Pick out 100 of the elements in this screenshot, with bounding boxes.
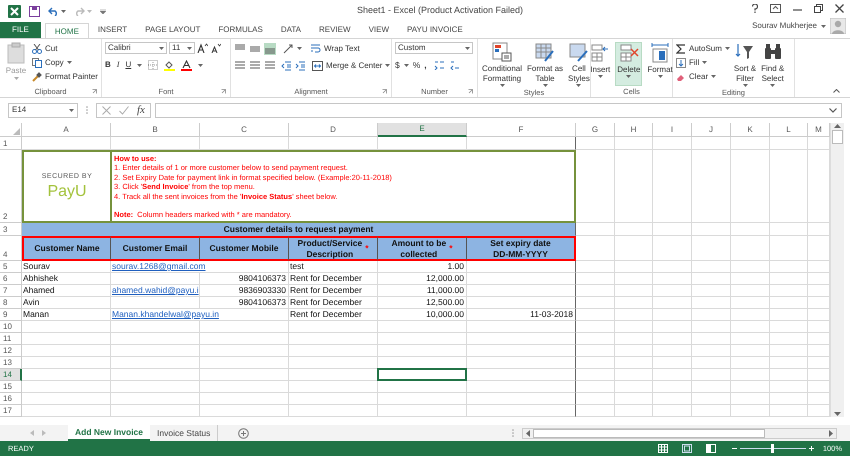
ribbon-tab[interactable]: INSERT xyxy=(88,22,136,38)
spreadsheet-cell[interactable]: Avin xyxy=(22,297,111,309)
row-header[interactable]: 5 xyxy=(0,261,22,273)
decrease-decimal-icon[interactable] xyxy=(448,60,460,70)
align-right-icon[interactable] xyxy=(264,60,276,72)
bottom-align-icon[interactable] xyxy=(264,42,276,54)
column-header[interactable]: F xyxy=(467,123,576,137)
spreadsheet-cell[interactable]: 9804106373 xyxy=(200,297,289,309)
scroll-up-icon[interactable] xyxy=(834,124,841,128)
check-icon[interactable] xyxy=(119,106,129,114)
percent-button[interactable]: % xyxy=(412,59,420,72)
page-layout-icon[interactable] xyxy=(682,444,692,453)
row-header[interactable]: 6 xyxy=(0,273,22,285)
row-header[interactable]: 8 xyxy=(0,297,22,309)
comma-button[interactable]: , xyxy=(424,59,427,72)
wrap-text-button[interactable]: Wrap Text xyxy=(310,42,360,55)
ribbon-tab[interactable]: VIEW xyxy=(360,22,398,38)
format-as-table-button[interactable]: Format as Table xyxy=(526,42,564,87)
email-link[interactable]: Manan.khandelwal@payu.in xyxy=(112,309,219,320)
sort-filter-button[interactable]: Sort & Filter xyxy=(732,42,758,87)
spreadsheet-cell[interactable]: 11-03-2018 xyxy=(467,309,576,321)
email-link[interactable]: ahamed.wahid@payu.i xyxy=(112,285,199,296)
spreadsheet-cell[interactable] xyxy=(467,381,576,393)
dialog-launcher-icon[interactable] xyxy=(382,89,387,94)
spreadsheet-cell[interactable] xyxy=(467,285,576,297)
scroll-thumb[interactable] xyxy=(832,130,843,144)
conditional-formatting-button[interactable]: Conditional Formatting xyxy=(481,42,524,87)
row-header[interactable]: 12 xyxy=(0,345,22,357)
spreadsheet-cell[interactable]: Rent for December xyxy=(289,297,378,309)
fill-color-icon[interactable] xyxy=(164,60,176,70)
borders-icon[interactable] xyxy=(148,60,158,70)
spreadsheet-cell[interactable]: Ahamed xyxy=(22,285,111,297)
delete-button[interactable]: Delete xyxy=(615,42,642,86)
close-icon[interactable] xyxy=(835,4,844,13)
ribbon-tab[interactable]: PAGE LAYOUT xyxy=(136,22,210,38)
dialog-launcher-icon[interactable] xyxy=(468,89,473,94)
insert-function-button[interactable]: fx xyxy=(137,104,145,116)
autosum-button[interactable]: AutoSum xyxy=(676,42,730,55)
font-color-icon[interactable] xyxy=(181,60,192,70)
clear-button[interactable]: Clear xyxy=(676,70,730,83)
ribbon-tab[interactable]: REVIEW xyxy=(310,22,360,38)
spreadsheet-cell[interactable]: Abhishek xyxy=(22,273,111,285)
collapse-ribbon-icon[interactable] xyxy=(833,89,840,93)
align-left-icon[interactable] xyxy=(234,60,246,72)
file-tab[interactable]: FILE xyxy=(0,22,41,38)
spreadsheet-cell[interactable]: sourav.1268@gmail.com xyxy=(111,261,289,273)
fill-button[interactable]: Fill xyxy=(676,56,730,69)
spreadsheet-cell[interactable]: Sourav xyxy=(22,261,111,273)
sheet-tab[interactable]: Add New Invoice xyxy=(68,425,150,441)
decrease-indent-icon[interactable] xyxy=(281,60,292,70)
scroll-left-icon[interactable] xyxy=(526,430,530,436)
spreadsheet-cell[interactable]: Manan.khandelwal@payu.in xyxy=(111,309,289,321)
ribbon-tab[interactable]: DATA xyxy=(272,22,310,38)
expand-caret-icon[interactable] xyxy=(829,108,837,112)
row-header[interactable]: 7 xyxy=(0,285,22,297)
zoom-out-icon[interactable] xyxy=(732,446,737,451)
horizontal-scrollbar[interactable] xyxy=(522,428,837,438)
vertical-scrollbar[interactable] xyxy=(830,123,844,417)
spreadsheet-cell[interactable]: 11,000.00 xyxy=(378,285,467,297)
row-header[interactable]: 15 xyxy=(0,381,22,393)
select-all-icon[interactable] xyxy=(13,128,20,135)
cell-styles-button[interactable]: Cell Styles xyxy=(567,42,591,87)
spreadsheet-cell[interactable] xyxy=(467,393,576,405)
undo-icon[interactable] xyxy=(48,6,59,16)
spreadsheet-cell[interactable] xyxy=(467,345,576,357)
help-icon[interactable] xyxy=(752,4,758,13)
spreadsheet-cell[interactable]: 12,500.00 xyxy=(378,297,467,309)
row-header[interactable]: 17 xyxy=(0,405,22,417)
zoom-slider-thumb[interactable] xyxy=(771,444,774,453)
user-name[interactable]: Sourav Mukherjee xyxy=(752,20,817,32)
scroll-right-icon[interactable] xyxy=(829,430,833,436)
spreadsheet-cell[interactable]: test xyxy=(289,261,378,273)
scroll-thumb[interactable] xyxy=(533,428,765,438)
spreadsheet-cell[interactable]: Rent for December xyxy=(289,285,378,297)
column-header[interactable]: D xyxy=(289,123,378,137)
column-header[interactable]: L xyxy=(770,123,808,137)
column-header[interactable]: C xyxy=(200,123,289,137)
row-header[interactable]: 10 xyxy=(0,321,22,333)
spreadsheet-cell[interactable]: Rent for December xyxy=(289,309,378,321)
ribbon-display-icon[interactable] xyxy=(770,4,781,13)
save-icon[interactable] xyxy=(29,6,40,16)
column-header[interactable]: A xyxy=(22,123,111,137)
insert-button[interactable]: Insert xyxy=(588,42,612,86)
find-select-button[interactable]: Find & Select xyxy=(760,42,786,87)
spreadsheet-cell[interactable] xyxy=(467,369,576,381)
column-header[interactable]: J xyxy=(692,123,731,137)
underline-button[interactable]: U xyxy=(125,59,132,71)
restore-icon[interactable] xyxy=(814,4,823,13)
add-sheet-icon[interactable] xyxy=(238,428,250,438)
column-header[interactable]: M xyxy=(808,123,830,137)
row-header[interactable]: 11 xyxy=(0,333,22,345)
bold-button[interactable]: B xyxy=(105,59,111,71)
font-size-dropdown[interactable]: 11 xyxy=(169,42,195,54)
redo-icon[interactable] xyxy=(74,6,85,16)
previous-sheet-icon[interactable] xyxy=(30,430,34,436)
spreadsheet-cell[interactable] xyxy=(467,405,576,417)
dialog-launcher-icon[interactable] xyxy=(221,89,226,94)
spreadsheet-cell[interactable] xyxy=(467,261,576,273)
ribbon-tab[interactable]: PAYU INVOICE xyxy=(398,22,472,38)
orientation-icon[interactable] xyxy=(283,44,294,54)
